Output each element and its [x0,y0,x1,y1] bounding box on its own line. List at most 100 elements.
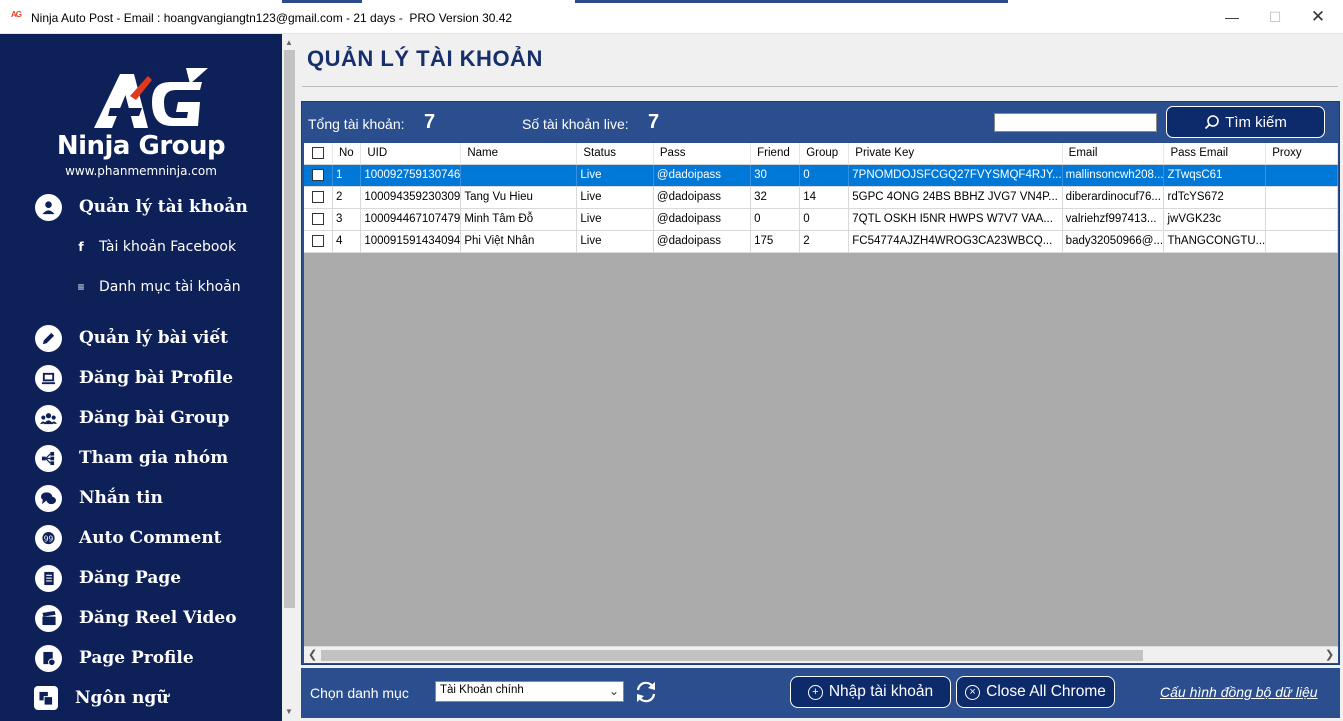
brand-website: www.phanmemninja.com [65,164,217,178]
cell-private-key: 7QTL OSKH I5NR HWPS W7V7 VAA... [848,208,1063,231]
accounts-panel: Tổng tài khoản: 7 Số tài khoản live: 7 T… [301,101,1340,665]
table-row[interactable]: 3 100094467107479 Minh Tâm Đỗ Live @dado… [304,208,1338,231]
cell-no: 4 [332,230,362,253]
sidebar-item-post-reel-video[interactable]: Đăng Reel Video [35,603,237,633]
chat-icon [35,484,62,512]
brand-name: Ninja Group [56,131,226,161]
close-all-chrome-button[interactable]: × Close All Chrome [956,676,1115,708]
sidebar-subitem-facebook-accounts[interactable]: f Tài khoản Facebook [75,236,236,258]
sidebar: Ninja Group www.phanmemninja.com Quản lý… [0,34,282,721]
cell-proxy [1265,208,1338,231]
table-row[interactable]: 4 100091591434094 Phi Việt Nhân Live @da… [304,230,1338,253]
sidebar-item-label: Ngôn ngữ [75,688,169,708]
table-row[interactable]: 2 100094359230309 Tang Vu Hieu Live @dad… [304,186,1338,209]
close-window-button[interactable]: ✕ [1306,6,1330,28]
search-icon [1205,115,1219,130]
scroll-left-icon[interactable]: ❮ [308,648,317,661]
scrollbar-thumb[interactable] [321,650,1143,661]
sidebar-item-post-profile[interactable]: Đăng bài Profile [35,363,233,393]
scroll-right-icon[interactable]: ❯ [1325,648,1334,661]
cell-friend: 32 [750,186,801,209]
sidebar-subitem-label: Danh mục tài khoản [99,279,241,295]
cell-email: mallinsoncwh208... [1062,164,1165,187]
cell-pass: @dadoipass [653,186,752,209]
scroll-down-icon[interactable]: ▼ [285,707,293,716]
import-accounts-button[interactable]: + Nhập tài khoản [790,676,951,708]
select-all-checkbox[interactable] [304,143,333,165]
sidebar-item-post-management[interactable]: Quản lý bài viết [35,323,228,353]
maximize-button[interactable]: ☐ [1263,6,1287,28]
cell-private-key: FC54774AJZH4WROG3CA23WBCQ... [848,230,1063,253]
column-header-status[interactable]: Status [576,143,654,165]
table-row[interactable]: 1 100092759130746 Live @dadoipass 30 0 7… [304,164,1338,187]
sidebar-item-label: Quản lý tài khoản [79,197,248,217]
column-header-friend[interactable]: Friend [750,143,801,165]
cell-pass: @dadoipass [653,208,752,231]
row-checkbox[interactable] [304,186,333,209]
cell-name: Minh Tâm Đỗ [460,208,578,231]
category-select[interactable]: Tài Khoản chính ⌄ [435,681,624,702]
sidebar-item-page-profile[interactable]: Page Profile [35,643,194,673]
column-header-uid[interactable]: UID [360,143,462,165]
scrollbar-thumb[interactable] [284,50,295,608]
language-icon [34,686,58,710]
search-input[interactable] [994,113,1157,132]
column-header-pass-email[interactable]: Pass Email [1163,143,1267,165]
user-icon [35,193,62,221]
sidebar-item-auto-comment[interactable]: 99 Auto Comment [35,523,222,553]
table-horizontal-scrollbar[interactable]: ❮ ❯ [304,646,1338,663]
table-header-row: No UID Name Status Pass Friend Group Pri… [304,143,1338,165]
search-button[interactable]: Tìm kiếm [1166,106,1325,138]
close-all-chrome-label: Close All Chrome [986,683,1106,700]
cell-email: diberardinocuf76... [1062,186,1165,209]
sidebar-scrollbar[interactable]: ▲ ▼ [282,34,297,721]
cell-status: Live [576,230,654,253]
sidebar-item-label: Tham gia nhóm [79,448,229,468]
column-header-group[interactable]: Group [799,143,850,165]
sync-config-link[interactable]: Cấu hình đồng bộ dữ liệu [1160,684,1318,700]
sidebar-item-messaging[interactable]: Nhắn tin [35,483,163,513]
monitor-icon [35,364,62,392]
sidebar-item-label: Nhắn tin [79,488,163,508]
window-title: Ninja Auto Post - Email : hoangvangiangt… [31,11,513,25]
minimize-button[interactable]: — [1220,6,1244,28]
cell-friend: 0 [750,208,801,231]
column-header-email[interactable]: Email [1062,143,1165,165]
sidebar-item-post-group[interactable]: Đăng bài Group [35,403,229,433]
scroll-up-icon[interactable]: ▲ [285,38,293,47]
cell-status: Live [576,208,654,231]
cell-status: Live [576,186,654,209]
title-bar-accent [282,0,362,3]
refresh-icon[interactable] [632,678,660,706]
sidebar-item-join-group[interactable]: Tham gia nhóm [35,443,228,473]
cell-friend: 30 [750,164,801,187]
row-checkbox[interactable] [304,208,333,231]
sidebar-item-label: Đăng bài Profile [79,368,234,388]
live-accounts-label: Số tài khoản live: [522,116,629,132]
list-icon: ≡ [77,280,85,294]
sidebar-item-label: Auto Comment [79,528,222,548]
column-header-private-key[interactable]: Private Key [848,143,1063,165]
column-header-no[interactable]: No [332,143,362,165]
cell-pass-email: ZTwqsC61 [1163,164,1267,187]
app-window: AG Ninja Auto Post - Email : hoangvangia… [0,0,1343,721]
video-icon [35,604,62,632]
live-accounts-value: 7 [648,111,660,133]
sidebar-item-account-management[interactable]: Quản lý tài khoản [35,192,248,222]
sidebar-item-label: Đăng Reel Video [79,608,237,628]
column-header-pass[interactable]: Pass [653,143,752,165]
divider [302,86,1338,89]
sidebar-subitem-account-categories[interactable]: ≡ Danh mục tài khoản [75,276,241,298]
sidebar-item-language[interactable]: Ngôn ngữ [34,683,169,713]
cell-no: 2 [332,186,362,209]
row-checkbox[interactable] [304,230,333,253]
sidebar-item-label: Đăng Page [79,568,182,588]
sidebar-item-post-page[interactable]: Đăng Page [35,563,181,593]
total-accounts-value: 7 [424,111,436,133]
cell-uid: 100094467107479 [360,208,462,231]
cell-uid: 100091591434094 [360,230,462,253]
column-header-proxy[interactable]: Proxy [1265,143,1338,165]
column-header-name[interactable]: Name [460,143,578,165]
row-checkbox[interactable] [304,164,333,187]
bottom-toolbar: Chọn danh mục Tài Khoản chính ⌄ + Nhập t… [301,668,1340,718]
